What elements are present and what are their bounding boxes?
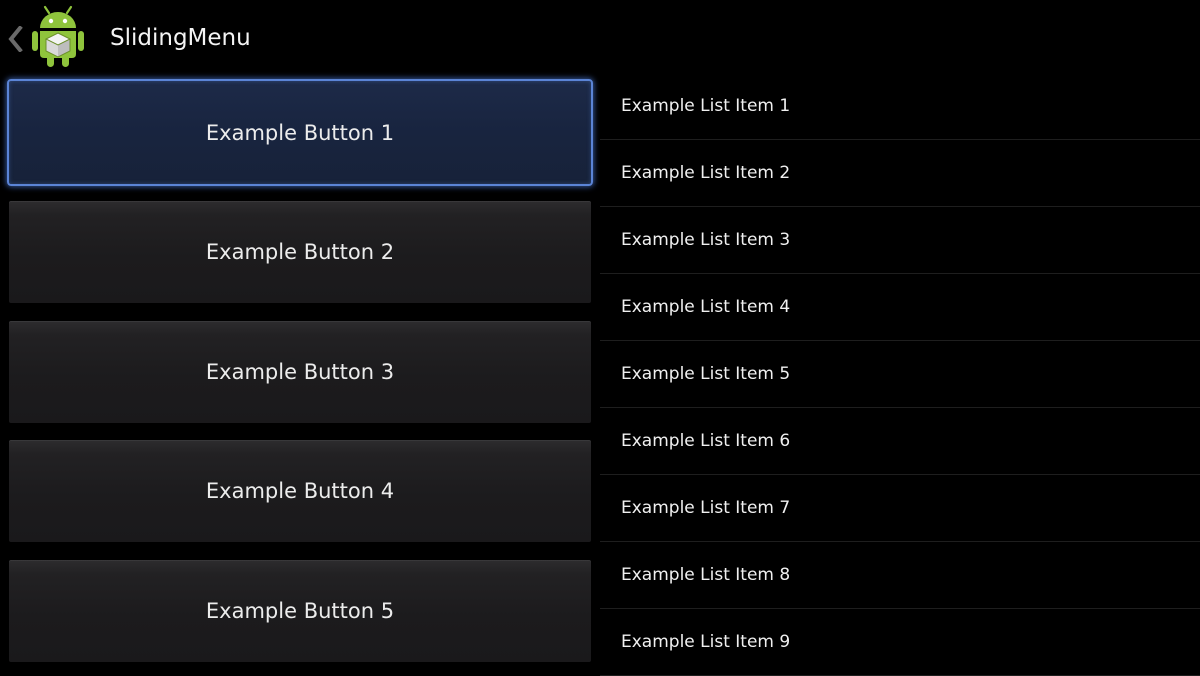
list-item[interactable]: Example List Item 1: [600, 73, 1200, 140]
home-up-button[interactable]: [0, 0, 96, 76]
list-item[interactable]: Example List Item 4: [600, 274, 1200, 341]
list-item-label: Example List Item 8: [621, 565, 791, 585]
example-button-2[interactable]: Example Button 2: [9, 201, 591, 303]
example-button-5[interactable]: Example Button 5: [9, 560, 591, 662]
list-item-label: Example List Item 3: [621, 230, 791, 250]
example-button-1[interactable]: Example Button 1: [7, 79, 593, 186]
list-item-label: Example List Item 1: [621, 96, 791, 116]
list-item-label: Example List Item 2: [621, 163, 791, 183]
android-robot-icon: [32, 5, 84, 67]
list-item-label: Example List Item 5: [621, 364, 791, 384]
sliding-menu: Example Button 1 Example Button 2 Exampl…: [0, 76, 600, 672]
list-item[interactable]: Example List Item 2: [600, 140, 1200, 207]
list-item-label: Example List Item 4: [621, 297, 791, 317]
list-item[interactable]: Example List Item 7: [600, 475, 1200, 542]
chevron-left-icon: [8, 26, 23, 52]
list-item-label: Example List Item 9: [621, 632, 791, 652]
action-bar: SlidingMenu: [0, 0, 1200, 76]
list-item[interactable]: Example List Item 5: [600, 341, 1200, 408]
example-button-3[interactable]: Example Button 3: [9, 321, 591, 423]
list-item[interactable]: Example List Item 9: [600, 609, 1200, 676]
content-list[interactable]: Example List Item 1 Example List Item 2 …: [600, 73, 1200, 676]
list-item[interactable]: Example List Item 8: [600, 542, 1200, 609]
list-item[interactable]: Example List Item 6: [600, 408, 1200, 475]
list-item-label: Example List Item 6: [621, 431, 791, 451]
example-button-4[interactable]: Example Button 4: [9, 440, 591, 542]
list-item-label: Example List Item 7: [621, 498, 791, 518]
list-item[interactable]: Example List Item 3: [600, 207, 1200, 274]
app-title: SlidingMenu: [110, 25, 251, 51]
